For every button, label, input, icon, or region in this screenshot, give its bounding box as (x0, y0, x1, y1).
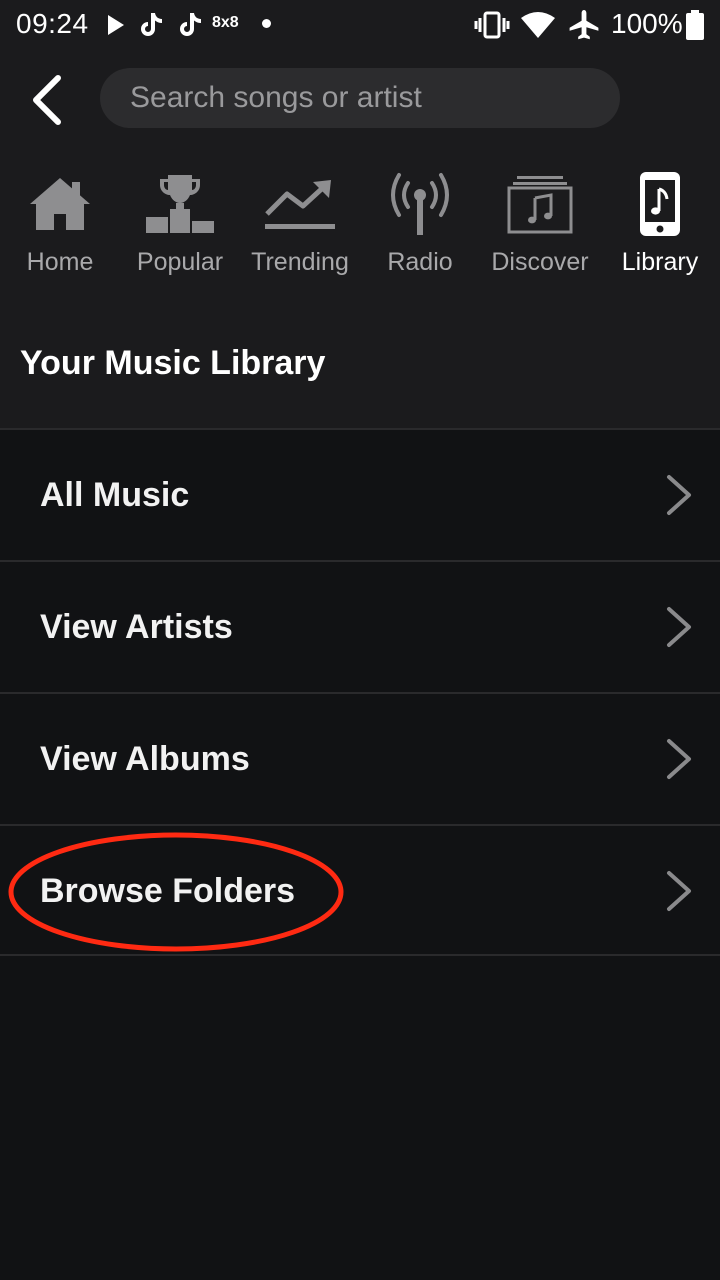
tab-library[interactable]: Library (600, 160, 720, 290)
trophy-podium-icon (146, 175, 214, 233)
trending-icon (265, 180, 335, 229)
tab-trending[interactable]: Trending (240, 160, 360, 290)
home-icon (30, 178, 90, 230)
status-bar: 09:24 8x8 100% (0, 0, 720, 50)
tab-radio[interactable]: Radio (360, 160, 480, 290)
tab-popular-label: Popular (136, 248, 224, 276)
radio-antenna-icon (391, 173, 449, 235)
status-time: 09:24 (16, 8, 89, 39)
tab-trending-label: Trending (251, 248, 349, 276)
section-title: Your Music Library (20, 344, 326, 382)
vibrate-icon (474, 10, 510, 40)
library-list: All Music View Artists View Albums Brows… (0, 428, 720, 956)
play-icon (106, 10, 126, 40)
tab-home[interactable]: Home (0, 160, 120, 290)
list-item-view-albums[interactable]: View Albums (0, 692, 720, 824)
tab-discover-label: Discover (491, 248, 589, 276)
list-item-all-music[interactable]: All Music (0, 428, 720, 560)
battery-icon (686, 10, 704, 40)
chevron-right-icon (667, 739, 691, 779)
phone-music-icon (640, 172, 680, 236)
tab-radio-label: Radio (387, 248, 453, 276)
tiktok-icon-2 (177, 10, 203, 40)
list-item-view-artists[interactable]: View Artists (0, 560, 720, 692)
battery-level: 100% (611, 8, 683, 39)
list-item-browse-folders[interactable]: Browse Folders (0, 824, 720, 956)
list-item-label: All Music (40, 476, 190, 514)
chevron-right-icon (667, 871, 691, 911)
list-item-label: View Artists (40, 608, 233, 646)
wifi-icon (520, 10, 556, 40)
list-item-label: View Albums (40, 740, 250, 778)
notification-dot (262, 19, 271, 28)
chevron-right-icon (667, 607, 691, 647)
search-input[interactable] (100, 68, 620, 128)
list-item-label: Browse Folders (40, 872, 296, 910)
tiktok-icon (138, 10, 164, 40)
back-arrow-icon (33, 75, 61, 125)
app-badge-8x8: 8x8 (212, 14, 239, 31)
tab-library-label: Library (621, 248, 699, 276)
music-stack-icon (507, 176, 573, 234)
chevron-right-icon (667, 475, 691, 515)
tab-discover[interactable]: Discover (480, 160, 600, 290)
airplane-mode-icon (568, 9, 600, 40)
category-nav: Home Popular Trending Radio Discover Lib… (0, 160, 720, 290)
tab-popular[interactable]: Popular (120, 160, 240, 290)
back-button[interactable] (22, 72, 72, 128)
